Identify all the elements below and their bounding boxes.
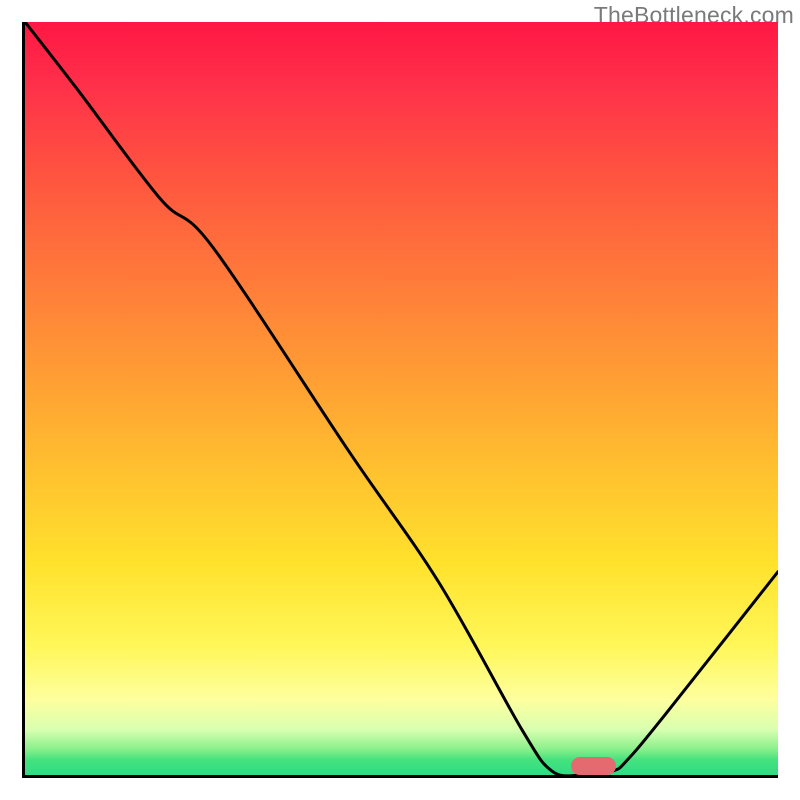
sweet-spot-marker [571, 757, 616, 775]
bottleneck-chart: TheBottleneck.com [0, 0, 800, 800]
plot-area [22, 22, 778, 778]
bottleneck-curve [25, 22, 778, 775]
